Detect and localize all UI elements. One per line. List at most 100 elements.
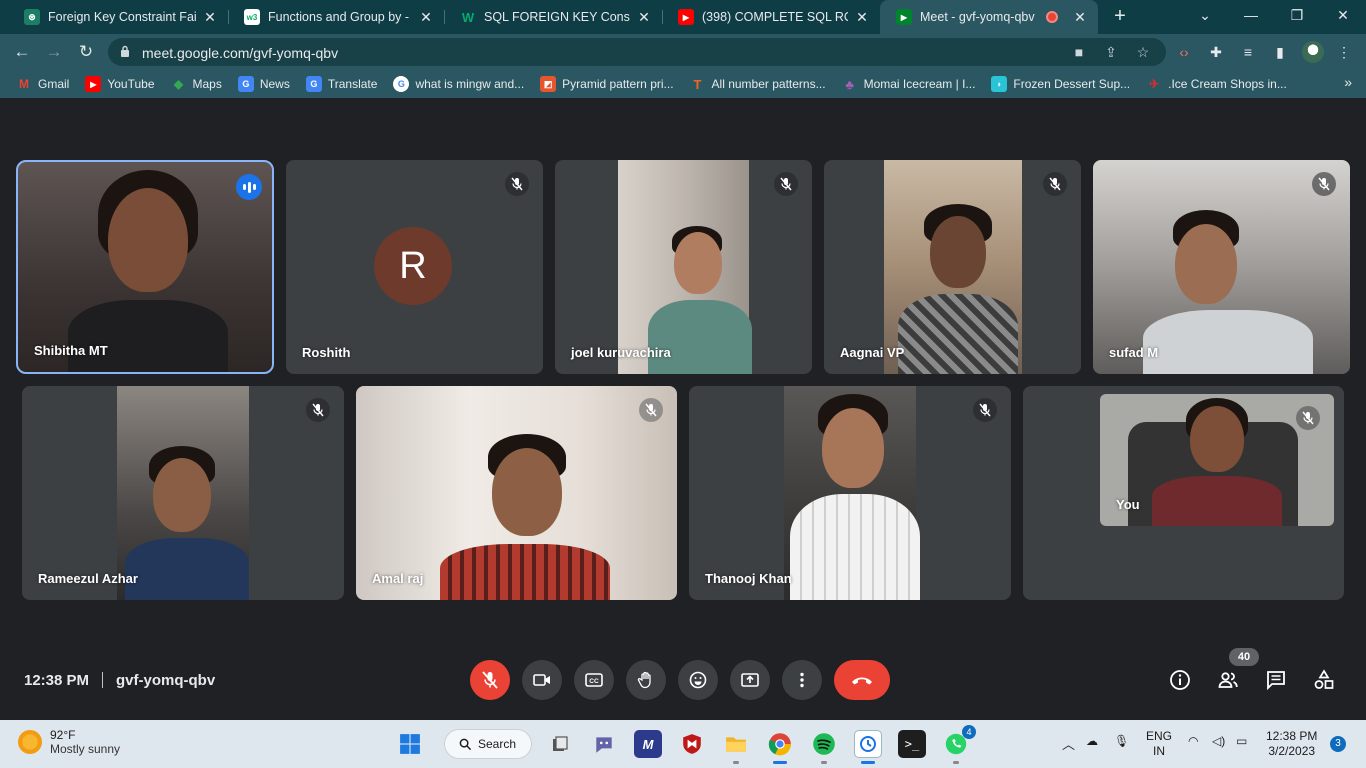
- chrome-app[interactable]: [766, 730, 794, 758]
- battery-icon[interactable]: ▭: [1236, 734, 1247, 748]
- tab-meet[interactable]: ▶ Meet - gvf-yomq-qbv ✕: [880, 0, 1098, 34]
- chrome-menu-icon[interactable]: ⋮: [1334, 42, 1354, 62]
- participant-tile-thanooj[interactable]: Thanooj Khan: [689, 386, 1011, 600]
- show-hidden-icons-chevron[interactable]: ︿: [1062, 734, 1075, 753]
- bookmark-label: what is mingw and...: [415, 77, 525, 91]
- taskbar-search[interactable]: Search: [444, 729, 532, 759]
- participant-tile-shibitha[interactable]: Shibitha MT: [16, 160, 274, 374]
- bookmark-momai-icecream[interactable]: ♣ Momai Icecream | I...: [842, 76, 975, 92]
- close-tab-icon[interactable]: ✕: [636, 9, 652, 26]
- tab-favicon-icon: W: [461, 9, 475, 25]
- speaking-indicator-icon: [236, 174, 262, 200]
- bookmark-translate[interactable]: G Translate: [305, 76, 377, 92]
- search-icon: [459, 738, 472, 750]
- back-arrow-icon[interactable]: ←: [10, 40, 34, 64]
- tab-youtube-sql-roadmap[interactable]: ▶ (398) COMPLETE SQL ROADM ✕: [662, 0, 880, 34]
- task-view-icon: [553, 736, 568, 751]
- participant-tile-rameezul[interactable]: Rameezul Azhar: [22, 386, 344, 600]
- bookmark-gmail[interactable]: M Gmail: [16, 76, 69, 92]
- participant-tile-joel[interactable]: joel kuruvachira: [555, 160, 812, 374]
- activities-shapes-icon: [1314, 669, 1334, 689]
- bookmark-star-icon[interactable]: ☆: [1134, 43, 1152, 61]
- wifi-icon[interactable]: ◠: [1188, 734, 1198, 748]
- participant-tile-sufad[interactable]: sufad M: [1093, 160, 1350, 374]
- new-tab-button[interactable]: +: [1108, 4, 1132, 28]
- mcafee-app[interactable]: [678, 730, 706, 758]
- mic-toggle-button[interactable]: [470, 660, 510, 700]
- tab-functions-group-by[interactable]: w3 Functions and Group by - Exe ✕: [228, 0, 444, 34]
- present-screen-button[interactable]: [730, 660, 770, 700]
- media-controls-icon[interactable]: ≡: [1238, 42, 1258, 62]
- file-explorer-app[interactable]: [722, 730, 750, 758]
- taskbar-clock[interactable]: 12:38 PM 3/2/2023: [1266, 729, 1317, 759]
- bookmark-news[interactable]: G News: [237, 76, 290, 92]
- tab-title: Meet - gvf-yomq-qbv: [920, 10, 1035, 24]
- extension-code-icon[interactable]: ‹›: [1174, 42, 1194, 62]
- bookmark-maps[interactable]: ◆ Maps: [171, 76, 222, 92]
- recording-dot-icon: [1046, 11, 1058, 23]
- leave-call-button[interactable]: [834, 660, 890, 700]
- meeting-code: gvf-yomq-qbv: [116, 672, 216, 689]
- whatsapp-app[interactable]: 4: [942, 725, 976, 758]
- close-tab-icon[interactable]: ✕: [202, 9, 218, 26]
- participant-tile-aagnai[interactable]: Aagnai VP: [824, 160, 1081, 374]
- start-button[interactable]: [396, 730, 424, 758]
- reload-icon[interactable]: ↻: [74, 40, 98, 64]
- bookmark-mingw[interactable]: Gwhat is mingw and...: [393, 76, 524, 92]
- camera-toggle-button[interactable]: [522, 660, 562, 700]
- focus-app[interactable]: [854, 730, 882, 758]
- more-options-button[interactable]: [782, 660, 822, 700]
- notification-count-badge[interactable]: 3: [1330, 736, 1346, 752]
- people-icon: [1218, 672, 1238, 688]
- share-icon[interactable]: ⇪: [1102, 43, 1120, 61]
- microphone-tray-icon[interactable]: 🎙: [1114, 734, 1129, 748]
- activities-button[interactable]: [1312, 668, 1336, 692]
- people-button[interactable]: [1216, 668, 1240, 692]
- tab-search-chevron-icon[interactable]: ⌄: [1182, 0, 1228, 34]
- terminal-app[interactable]: >_: [898, 730, 926, 758]
- tab-foreign-key-constraint[interactable]: ⊛ Foreign Key Constraint Failur ✕: [8, 0, 228, 34]
- minimize-button[interactable]: —: [1228, 0, 1274, 34]
- profile-avatar[interactable]: [1302, 41, 1324, 63]
- mic-off-icon: [1312, 172, 1336, 196]
- volume-icon[interactable]: ◁): [1212, 734, 1225, 748]
- extensions-puzzle-icon[interactable]: ✚: [1206, 42, 1226, 62]
- weather-widget[interactable]: 92°F Mostly sunny: [18, 728, 120, 756]
- close-tab-icon[interactable]: ✕: [1072, 9, 1088, 26]
- close-window-button[interactable]: ✕: [1320, 0, 1366, 34]
- side-panel-icon[interactable]: ▮: [1270, 42, 1290, 62]
- onedrive-cloud-icon[interactable]: ☁: [1086, 734, 1098, 748]
- browser-toolbar: ← → ↻ meet.google.com/gvf-yomq-qbv ■ ⇪ ☆…: [0, 34, 1366, 70]
- spotify-app[interactable]: [810, 730, 838, 758]
- reactions-button[interactable]: [678, 660, 718, 700]
- bookmark-ice-cream-shops[interactable]: ✈ .Ice Cream Shops in...: [1146, 76, 1287, 92]
- participant-tile-amal[interactable]: Amal raj: [356, 386, 677, 600]
- visual-studio-app[interactable]: M: [634, 730, 662, 758]
- teams-chat-button[interactable]: [590, 730, 618, 758]
- bookmark-youtube[interactable]: ▶ YouTube: [85, 76, 155, 92]
- chat-button[interactable]: [1264, 668, 1288, 692]
- bookmark-number-patterns[interactable]: T All number patterns...: [690, 76, 826, 92]
- bookmark-pyramid-pattern[interactable]: ◩ Pyramid pattern pri...: [540, 76, 674, 92]
- meeting-time: 12:38 PM: [24, 672, 90, 689]
- self-view[interactable]: You: [1100, 394, 1334, 526]
- task-view-button[interactable]: [546, 730, 574, 758]
- bookmark-frozen-dessert[interactable]: ◗ Frozen Dessert Sup...: [991, 76, 1130, 92]
- raise-hand-button[interactable]: [626, 660, 666, 700]
- captions-button[interactable]: CC: [574, 660, 614, 700]
- camera-permission-icon[interactable]: ■: [1070, 43, 1088, 61]
- participant-name: Roshith: [302, 345, 351, 360]
- address-bar[interactable]: meet.google.com/gvf-yomq-qbv ■ ⇪ ☆: [108, 38, 1166, 66]
- participant-tile-roshith[interactable]: R Roshith: [286, 160, 543, 374]
- teams-chat-icon: [596, 737, 612, 753]
- input-language[interactable]: ENG IN: [1146, 729, 1172, 759]
- tab-sql-foreign-key[interactable]: W SQL FOREIGN KEY Constraint ✕: [444, 0, 662, 34]
- participant-name: Amal raj: [372, 571, 424, 586]
- close-tab-icon[interactable]: ✕: [418, 9, 434, 26]
- more-bookmarks-icon[interactable]: »: [1344, 74, 1352, 90]
- restore-button[interactable]: ❐: [1274, 0, 1320, 34]
- meeting-details-button[interactable]: [1168, 668, 1192, 692]
- forward-arrow-icon[interactable]: →: [42, 40, 66, 64]
- bookmark-label: .Ice Cream Shops in...: [1168, 77, 1287, 91]
- close-tab-icon[interactable]: ✕: [854, 9, 870, 26]
